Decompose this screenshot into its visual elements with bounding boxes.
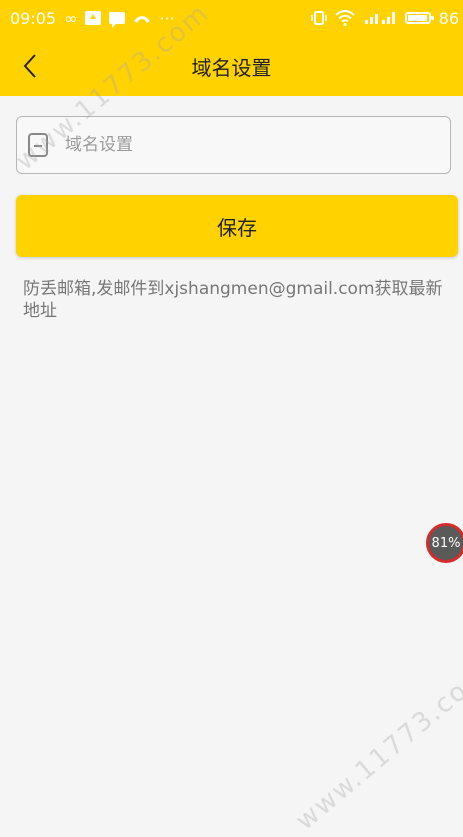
domain-field-container[interactable] (16, 116, 451, 174)
page-title: 域名设置 (191, 55, 272, 80)
battery-icon (404, 12, 434, 24)
call-icon (133, 11, 151, 25)
wifi-icon (334, 10, 355, 26)
save-button[interactable]: 保存 (16, 195, 458, 257)
status-right: 86 (310, 8, 459, 28)
back-button[interactable] (14, 50, 46, 82)
floating-percent-badge[interactable]: 81% (426, 523, 463, 563)
battery-level: 86 (438, 8, 459, 28)
upload-icon (85, 11, 102, 25)
watermark-bottom: www.11773.com (290, 657, 463, 837)
more-icon: ··· (159, 8, 175, 28)
signal-icon (363, 10, 397, 26)
nav-bar: 域名设置 (0, 36, 463, 96)
infinity-icon: ∞ (64, 8, 78, 28)
chevron-left-icon (23, 54, 36, 78)
status-time: 09:05 (10, 8, 57, 28)
domain-input[interactable] (63, 134, 450, 156)
status-bar: 09:05 ∞ ··· 86 (0, 0, 463, 36)
vibrate-icon (310, 10, 327, 26)
status-left: 09:05 ∞ ··· (10, 9, 175, 28)
chat-icon (109, 12, 126, 28)
document-icon (27, 132, 49, 158)
hint-text: 防丢邮箱,发邮件到xjshangmen@gmail.com获取最新地址 (23, 279, 443, 321)
